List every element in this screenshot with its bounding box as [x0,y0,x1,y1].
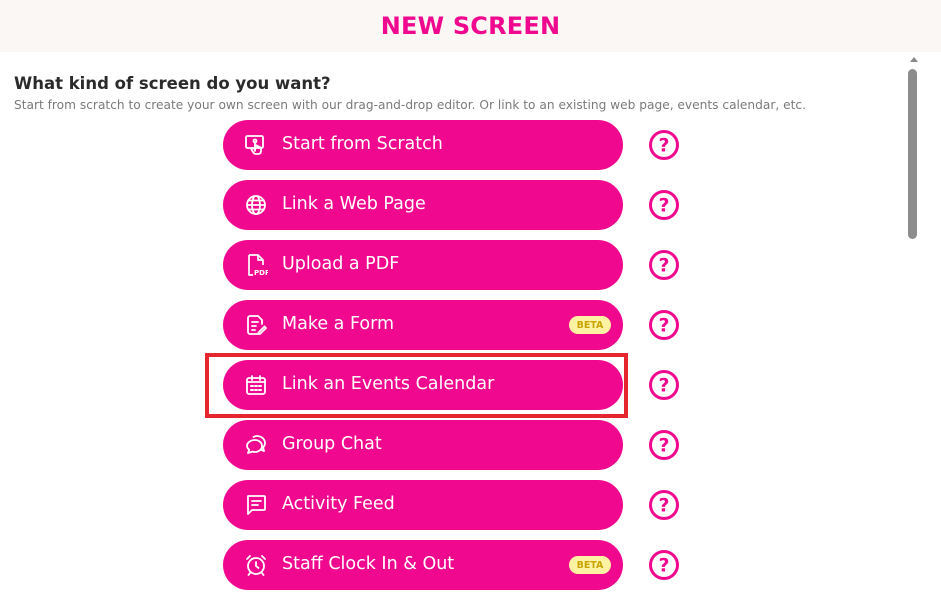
feed-message-icon [244,493,268,517]
option-link-web-page[interactable]: Link a Web Page [223,180,623,230]
page-title: NEW SCREEN [380,12,561,40]
chat-bubbles-icon [244,433,268,457]
question-circle-icon[interactable]: ? [648,429,680,461]
question-description: Start from scratch to create your own sc… [14,98,806,112]
question-circle-icon[interactable]: ? [648,549,680,581]
svg-text:?: ? [658,495,669,517]
svg-text:?: ? [658,255,669,277]
question-circle-icon[interactable]: ? [648,189,680,221]
svg-text:?: ? [658,315,669,337]
question-heading: What kind of screen do you want? [14,74,331,93]
svg-text:?: ? [658,555,669,577]
option-label: Activity Feed [282,494,395,514]
option-start-from-scratch[interactable]: Start from Scratch [223,120,623,170]
beta-badge: BETA [569,316,611,334]
calendar-icon [244,373,268,397]
question-circle-icon[interactable]: ? [648,249,680,281]
form-edit-icon [244,313,268,337]
option-label: Group Chat [282,434,382,454]
option-upload-pdf[interactable]: PDF Upload a PDF [223,240,623,290]
option-link-events-calendar[interactable]: Link an Events Calendar [223,360,623,410]
alarm-clock-icon [244,553,268,577]
question-circle-icon[interactable]: ? [648,309,680,341]
scroll-up-arrow-icon[interactable] [910,57,918,62]
option-label: Link a Web Page [282,194,426,214]
scrollbar-thumb[interactable] [908,69,917,239]
option-label: Make a Form [282,314,395,334]
option-label: Upload a PDF [282,254,400,274]
header-bar: NEW SCREEN [0,0,941,52]
question-circle-icon[interactable]: ? [648,129,680,161]
svg-text:PDF: PDF [254,269,268,277]
pdf-file-icon: PDF [244,253,268,277]
option-label: Link an Events Calendar [282,374,495,394]
svg-text:?: ? [658,195,669,217]
option-staff-clock-in-out[interactable]: Staff Clock In & Out BETA [223,540,623,590]
question-circle-icon[interactable]: ? [648,489,680,521]
vertical-scrollbar[interactable] [906,52,941,603]
globe-icon [244,193,268,217]
svg-text:?: ? [658,435,669,457]
option-activity-feed[interactable]: Activity Feed [223,480,623,530]
option-make-form[interactable]: Make a Form BETA [223,300,623,350]
question-circle-icon[interactable]: ? [648,369,680,401]
option-label: Staff Clock In & Out [282,554,455,574]
svg-text:?: ? [658,375,669,397]
touch-screen-icon [244,133,268,157]
beta-badge: BETA [569,556,611,574]
option-group-chat[interactable]: Group Chat [223,420,623,470]
option-label: Start from Scratch [282,134,443,154]
svg-text:?: ? [658,135,669,157]
screen-type-picker: What kind of screen do you want? Start f… [0,52,906,603]
